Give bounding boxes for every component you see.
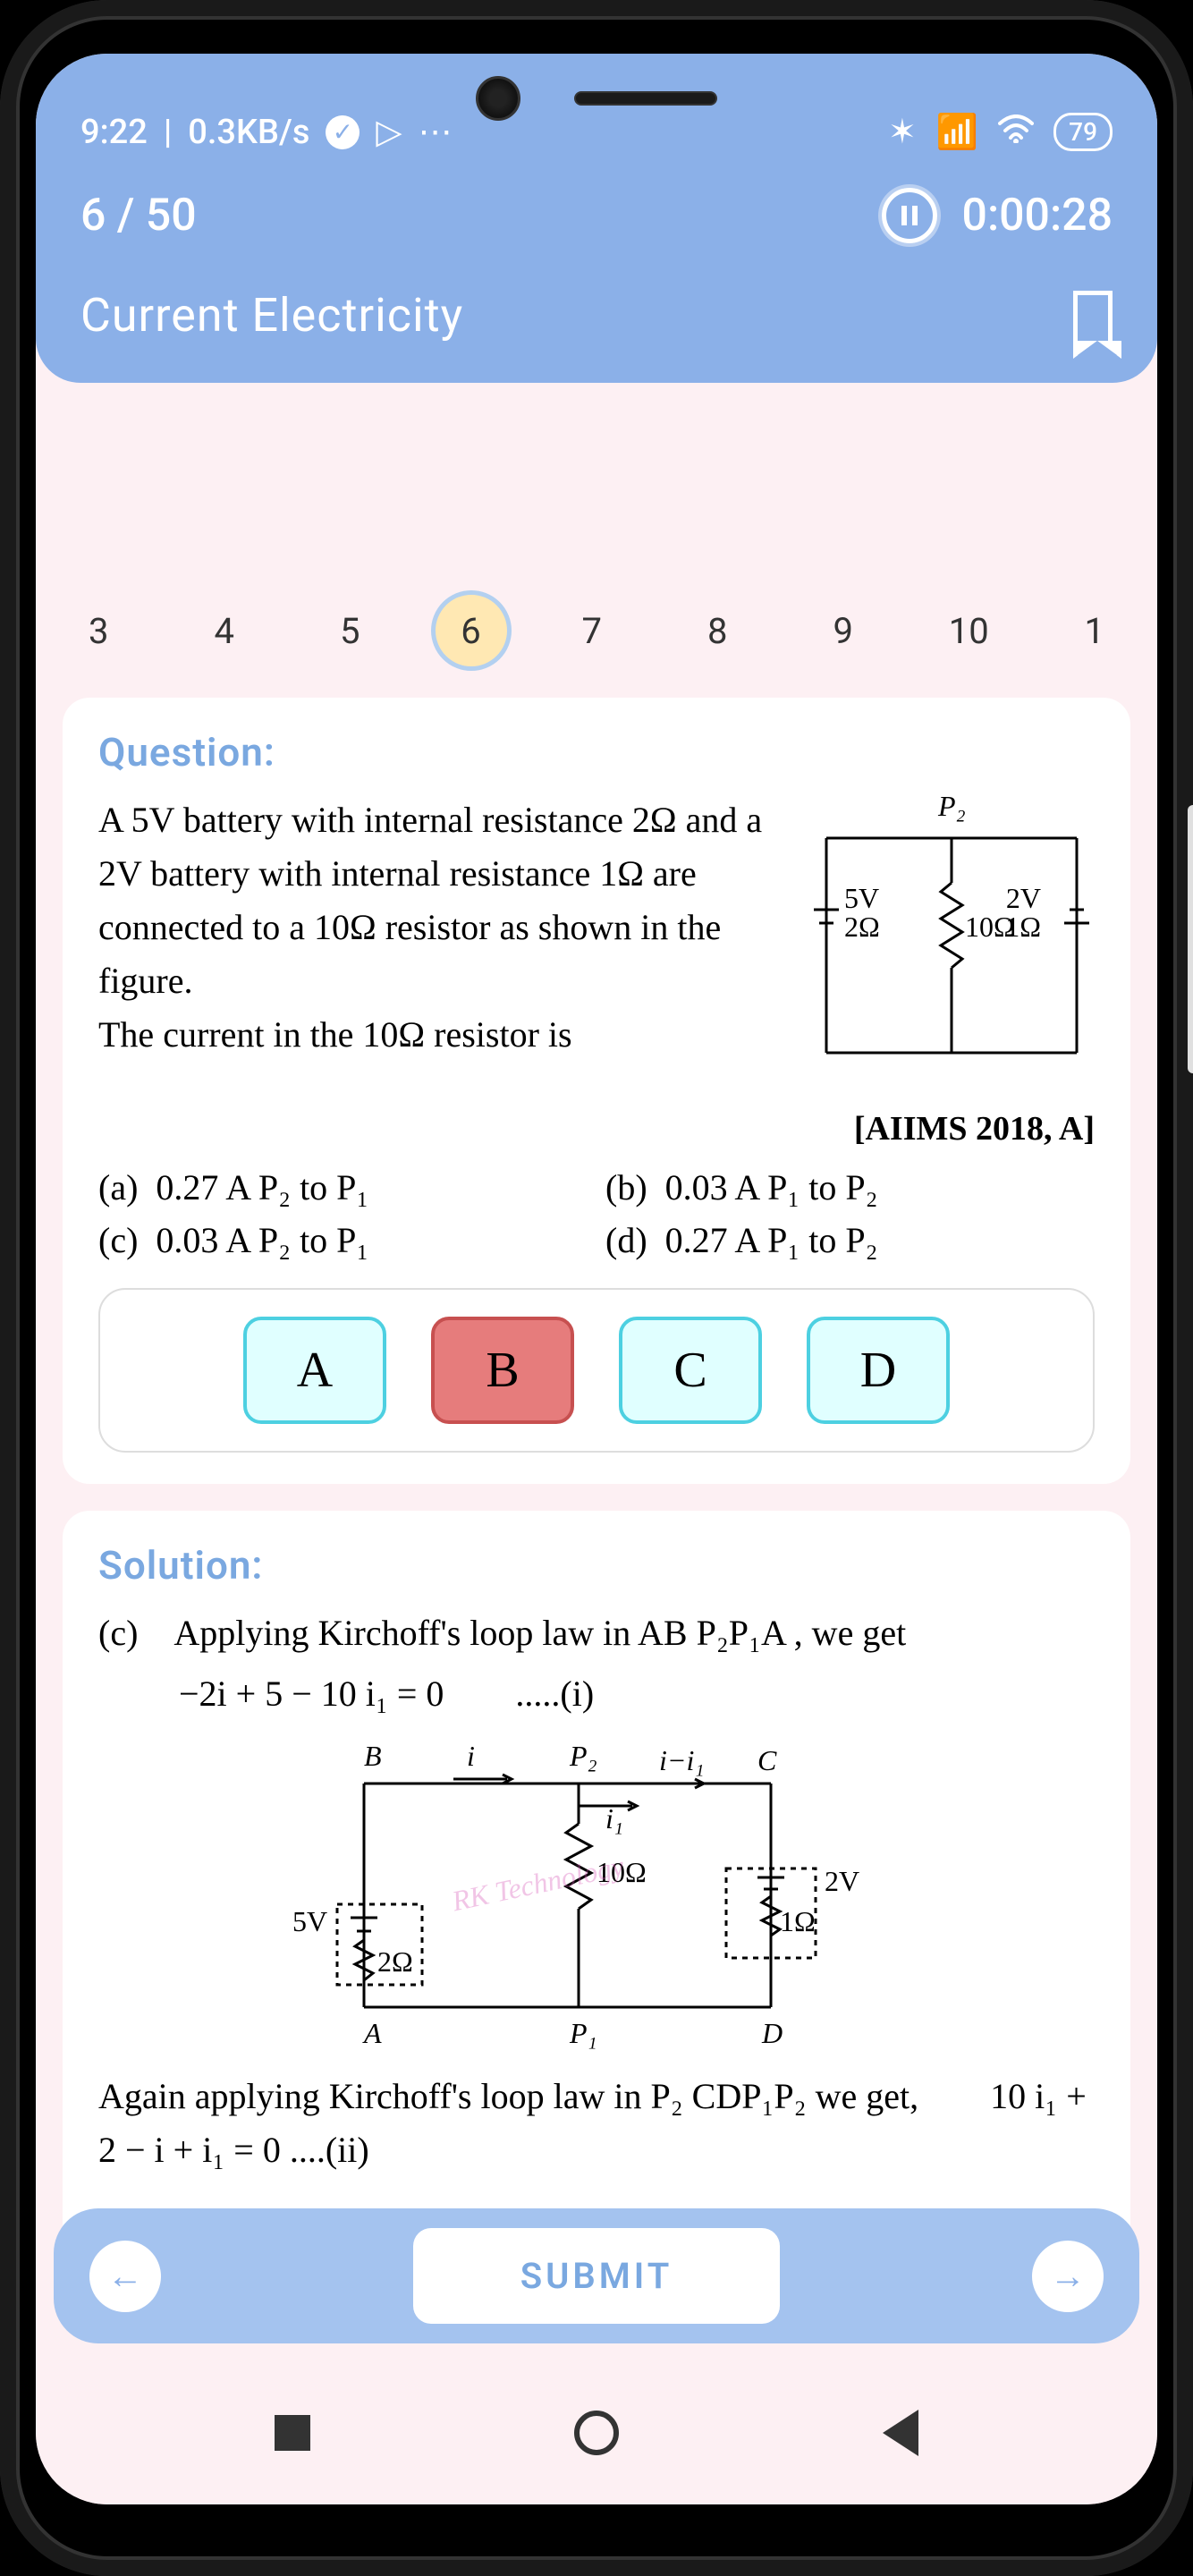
- answer-button-a[interactable]: A: [243, 1317, 386, 1424]
- solution-card: Solution: (c) Applying Kirchoff's loop l…: [63, 1511, 1130, 2236]
- question-card: Question: A 5V battery with internal res…: [63, 698, 1130, 1484]
- front-camera: [476, 76, 520, 121]
- prev-question-button[interactable]: ←: [89, 2241, 161, 2312]
- solution-eq1: −2i + 5 − 10 i₁ = 0 .....(i): [98, 1667, 1095, 1721]
- qnav-item-4[interactable]: 4: [162, 592, 288, 670]
- android-nav-bar: [36, 2361, 1157, 2504]
- answer-button-d[interactable]: D: [807, 1317, 950, 1424]
- bottom-action-bar: ← SUBMIT →: [54, 2208, 1139, 2343]
- recent-apps-button[interactable]: [275, 2415, 310, 2451]
- next-question-button[interactable]: →: [1032, 2241, 1104, 2312]
- svg-text:i₁: i₁: [605, 1802, 623, 1835]
- solution-intro: (c) Applying Kirchoff's loop law in AB P…: [98, 1606, 1095, 1660]
- svg-text:2Ω: 2Ω: [377, 1945, 413, 1978]
- options-text: (a) 0.27 A P₂ to P₁ (b) 0.03 A P₁ to P₂ …: [98, 1166, 1095, 1261]
- answer-buttons-row: ABCD: [98, 1288, 1095, 1453]
- option-c-text: (c) 0.03 A P₂ to P₁: [98, 1219, 588, 1261]
- answer-button-c[interactable]: C: [619, 1317, 762, 1424]
- topic-title: Current Electricity: [80, 288, 463, 343]
- phone-notch: [476, 76, 717, 121]
- solution-body: (c) Applying Kirchoff's loop law in AB P…: [98, 1606, 1095, 2236]
- svg-text:P₁: P₁: [569, 2017, 597, 2049]
- svg-text:RK Technology: RK Technology: [448, 1849, 627, 1917]
- wifi-icon: [998, 113, 1034, 152]
- status-net-speed: 0.3KB/s: [188, 113, 309, 152]
- solution-para2: Again applying Kirchoff's loop law in P₂…: [98, 2070, 1095, 2177]
- pause-icon: [901, 206, 918, 225]
- svg-text:i−i₁: i−i₁: [659, 1744, 705, 1776]
- question-progress: 6 / 50: [80, 190, 197, 242]
- qnav-item-7[interactable]: 7: [529, 592, 656, 670]
- question-source: [AIIMS 2018, A]: [98, 1109, 1095, 1148]
- question-circuit-diagram: P₂ 5V: [808, 793, 1095, 1100]
- bookmark-icon[interactable]: [1073, 291, 1113, 341]
- play-icon: ▷: [376, 112, 402, 152]
- svg-text:2Ω: 2Ω: [844, 911, 880, 943]
- svg-text:1Ω: 1Ω: [780, 1905, 816, 1937]
- node-p2-label: P₂: [937, 793, 966, 822]
- svg-text:i: i: [467, 1740, 475, 1772]
- svg-text:B: B: [364, 1740, 382, 1772]
- question-number-nav[interactable]: 3456789101: [36, 555, 1157, 698]
- bluetooth-icon: ✶: [888, 112, 917, 152]
- svg-text:2V: 2V: [825, 1865, 859, 1897]
- qnav-item-9[interactable]: 9: [781, 592, 907, 670]
- question-label: Question:: [98, 729, 1095, 775]
- screen: 9:22 | 0.3KB/s ✓ ▷ ⋯ ✶ 📶 79 6 / 50: [36, 54, 1157, 2504]
- back-button[interactable]: [883, 2410, 918, 2456]
- arrow-right-icon: →: [1050, 2255, 1086, 2297]
- svg-text:10Ω: 10Ω: [965, 911, 1015, 943]
- option-a-text: (a) 0.27 A P₂ to P₁: [98, 1166, 588, 1208]
- svg-text:5V: 5V: [844, 882, 879, 914]
- solution-label: Solution:: [98, 1542, 1095, 1589]
- app-header: 6 / 50 0:00:28 Current Electricity: [36, 170, 1157, 383]
- svg-text:A: A: [362, 2017, 382, 2049]
- qnav-item-5[interactable]: 5: [287, 592, 413, 670]
- option-b-text: (b) 0.03 A P₁ to P₂: [605, 1166, 1095, 1208]
- question-text: A 5V battery with internal resistance 2Ω…: [98, 793, 791, 1100]
- qnav-item-1[interactable]: 1: [1032, 592, 1158, 670]
- signal-icon: 📶: [936, 113, 978, 152]
- solution-circuit-diagram: B i P₂ i−i₁ C: [275, 1739, 918, 2052]
- more-icon: ⋯: [419, 112, 453, 152]
- timer-value: 0:00:28: [962, 190, 1113, 242]
- qnav-item-6[interactable]: 6: [431, 590, 512, 671]
- status-time: 9:22: [80, 113, 148, 152]
- battery-indicator: 79: [1053, 113, 1113, 151]
- answer-button-b[interactable]: B: [431, 1317, 574, 1424]
- sync-icon: ✓: [326, 115, 360, 149]
- power-button[interactable]: [1188, 805, 1193, 1073]
- submit-button[interactable]: SUBMIT: [413, 2228, 781, 2324]
- qnav-item-8[interactable]: 8: [655, 592, 781, 670]
- svg-text:5V: 5V: [292, 1905, 327, 1937]
- option-d-text: (d) 0.27 A P₁ to P₂: [605, 1219, 1095, 1261]
- phone-frame: 9:22 | 0.3KB/s ✓ ▷ ⋯ ✶ 📶 79 6 / 50: [0, 0, 1193, 2576]
- earpiece-speaker: [574, 91, 717, 106]
- svg-text:D: D: [761, 2017, 783, 2049]
- qnav-item-3[interactable]: 3: [36, 592, 162, 670]
- home-button[interactable]: [574, 2411, 619, 2455]
- arrow-left-icon: ←: [107, 2255, 143, 2297]
- svg-text:P₂: P₂: [569, 1740, 597, 1772]
- pause-button[interactable]: [882, 188, 937, 243]
- qnav-item-10[interactable]: 10: [906, 592, 1032, 670]
- svg-text:2V: 2V: [1006, 882, 1041, 914]
- svg-text:C: C: [757, 1744, 777, 1776]
